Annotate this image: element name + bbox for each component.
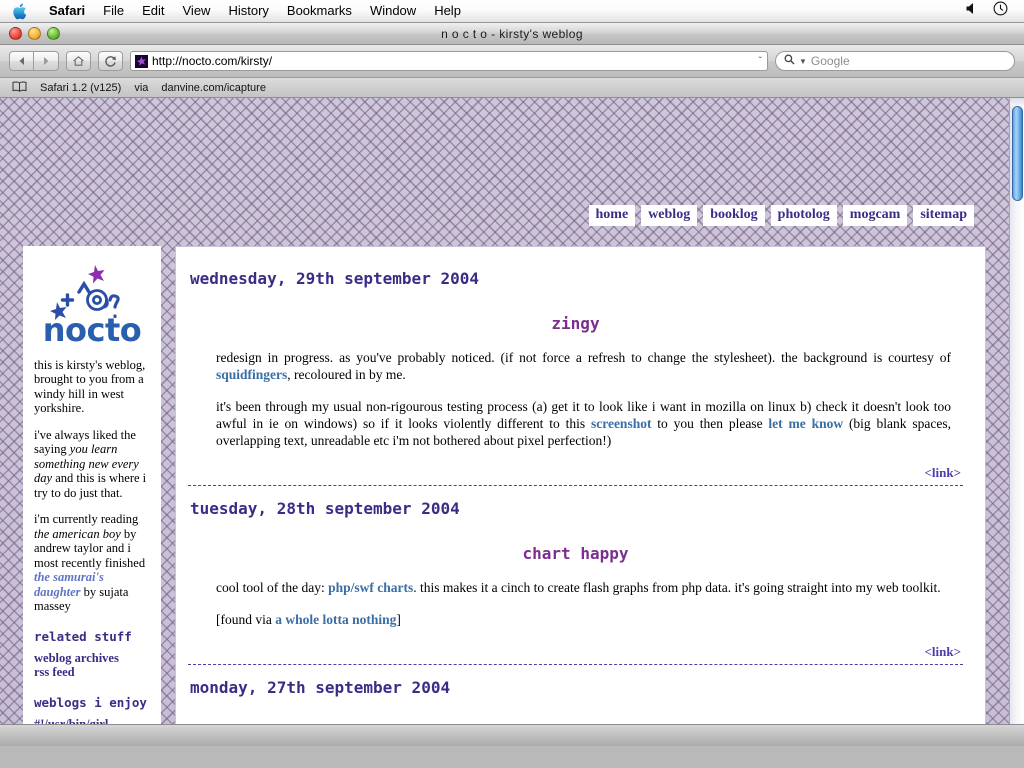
menu-item-edit[interactable]: Edit [133,2,173,20]
menu-item-bookmarks[interactable]: Bookmarks [278,2,361,20]
menu-item-view[interactable]: View [174,2,220,20]
window-bottom-edge [0,724,1024,746]
sidebar-link-weblog-archives[interactable]: weblog archives [34,651,150,666]
address-text[interactable]: http://nocto.com/kirsty/ [152,54,272,68]
reload-button[interactable] [98,51,123,71]
menu-item-window[interactable]: Window [361,2,425,20]
menu-bar-status-area [965,1,1018,21]
browser-toolbar: http://nocto.com/kirsty/ ˇ ▼ Google [0,45,1024,78]
post-paragraph: redesign in progress. as you've probably… [188,349,963,383]
mac-menu-bar: Safari File Edit View History Bookmarks … [0,0,1024,23]
chevron-down-icon[interactable]: ˇ [758,56,763,67]
search-bar[interactable]: ▼ Google [775,51,1015,71]
post-permalink-row: <link> [188,464,963,482]
svg-text:nocto: nocto [43,311,142,344]
bookmarks-bar: Safari 1.2 (v125) via danvine.com/icaptu… [0,78,1024,98]
apple-logo-icon[interactable] [12,2,30,21]
nav-link-booklog[interactable]: booklog [703,205,765,226]
nocto-logo[interactable]: nocto [34,256,150,358]
post-permalink[interactable]: <link> [925,465,962,480]
post-body: redesign in progress. as you've probably… [188,349,963,449]
post-link-let-me-know[interactable]: let me know [768,416,843,431]
post-paragraph: cool tool of the day: php/swf charts. th… [188,579,963,596]
post-link-php-swf-charts[interactable]: php/swf charts [328,580,413,595]
scrollbar-track-top [1010,98,1024,105]
menu-item-history[interactable]: History [219,2,277,20]
post-date-heading: wednesday, 29th september 2004 [190,269,479,288]
post-text: redesign in progress. as you've probably… [216,350,951,365]
bookmark-item-via: via [134,81,149,94]
post-text: [found via [216,612,276,627]
post-link-squidfingers[interactable]: squidfingers [216,367,287,382]
window-title: n o c t o - kirsty's weblog [441,26,583,41]
navigation-button-group [9,51,59,71]
post-divider [188,485,963,486]
post-permalink-row: <link> [188,643,963,661]
clock-icon[interactable] [993,1,1008,21]
forward-button[interactable] [34,51,59,71]
post-title-zingy: zingy [551,314,600,333]
nav-link-home[interactable]: home [588,205,636,226]
post-body: cool tool of the day: php/swf charts. th… [188,579,963,628]
sidebar-intro: this is kirsty's weblog, brought to you … [34,357,146,416]
menu-item-file[interactable]: File [94,2,133,20]
scrollbar-thumb[interactable] [1012,106,1023,201]
site-sidebar: nocto this is kirsty's weblog, brought t… [23,246,161,745]
nav-link-weblog[interactable]: weblog [641,205,698,226]
back-button[interactable] [9,51,34,71]
nav-link-mogcam[interactable]: mogcam [842,205,908,226]
address-bar[interactable]: http://nocto.com/kirsty/ ˇ [130,51,768,71]
menu-item-help[interactable]: Help [425,2,470,20]
sidebar-saying: i've always liked the saying you learn s… [34,428,150,501]
post-permalink[interactable]: <link> [925,644,962,659]
search-icon [784,54,795,68]
web-page-viewport: home weblog booklog photolog mogcam site… [0,98,1024,745]
search-dropdown-icon[interactable]: ▼ [799,57,807,66]
sidebar-heading-related-stuff: related stuff [34,628,132,644]
post-text: to you then please [651,416,769,431]
search-input[interactable]: Google [811,54,850,68]
post-date-heading: tuesday, 28th september 2004 [190,499,460,518]
nav-link-photolog[interactable]: photolog [770,205,837,226]
bookmark-item-safari-version[interactable]: Safari 1.2 (v125) [40,82,121,94]
sidebar-reading: i'm currently reading the american boy b… [34,512,150,614]
post-text: ] [396,612,401,627]
main-content-area: wednesday, 29th september 2004 zingy red… [175,246,986,745]
sidebar-reading-pre: i'm currently reading [34,512,139,526]
post-title-chart-happy: chart happy [522,544,629,563]
speaker-icon[interactable] [965,2,979,20]
bookmark-item-icapture[interactable]: danvine.com/icapture [161,82,266,94]
home-button[interactable] [66,51,91,71]
nav-link-sitemap[interactable]: sitemap [913,205,974,226]
sidebar-reading-title: the american boy [34,526,121,541]
window-title-bar[interactable]: n o c t o - kirsty's weblog [0,23,1024,45]
post-paragraph: it's been through my usual non-rigourous… [188,398,963,449]
sidebar-heading-weblogs-i-enjoy: weblogs i enjoy [34,694,147,710]
post-date-heading: monday, 27th september 2004 [190,678,451,697]
sidebar-related-links: weblog archives rss feed [34,651,150,680]
page-scrollbar[interactable] [1009,98,1024,745]
book-icon[interactable] [12,81,27,95]
post-link-a-whole-lotta-nothing[interactable]: a whole lotta nothing [275,612,396,627]
post-text: . this makes it a cinch to create flash … [413,580,941,595]
site-navigation: home weblog booklog photolog mogcam site… [588,205,974,226]
post-link-screenshot[interactable]: screenshot [591,416,652,431]
sidebar-link-rss-feed[interactable]: rss feed [34,665,150,680]
safari-browser-window: n o c t o - kirsty's weblog http://nocto… [0,23,1024,746]
post-text: , recoloured in by me. [287,367,406,382]
purple-star-favicon-icon [135,54,148,68]
post-paragraph: [found via a whole lotta nothing] [188,611,963,628]
post-text: cool tool of the day: [216,580,329,595]
post-divider [188,664,963,665]
menu-item-safari[interactable]: Safari [40,2,94,20]
